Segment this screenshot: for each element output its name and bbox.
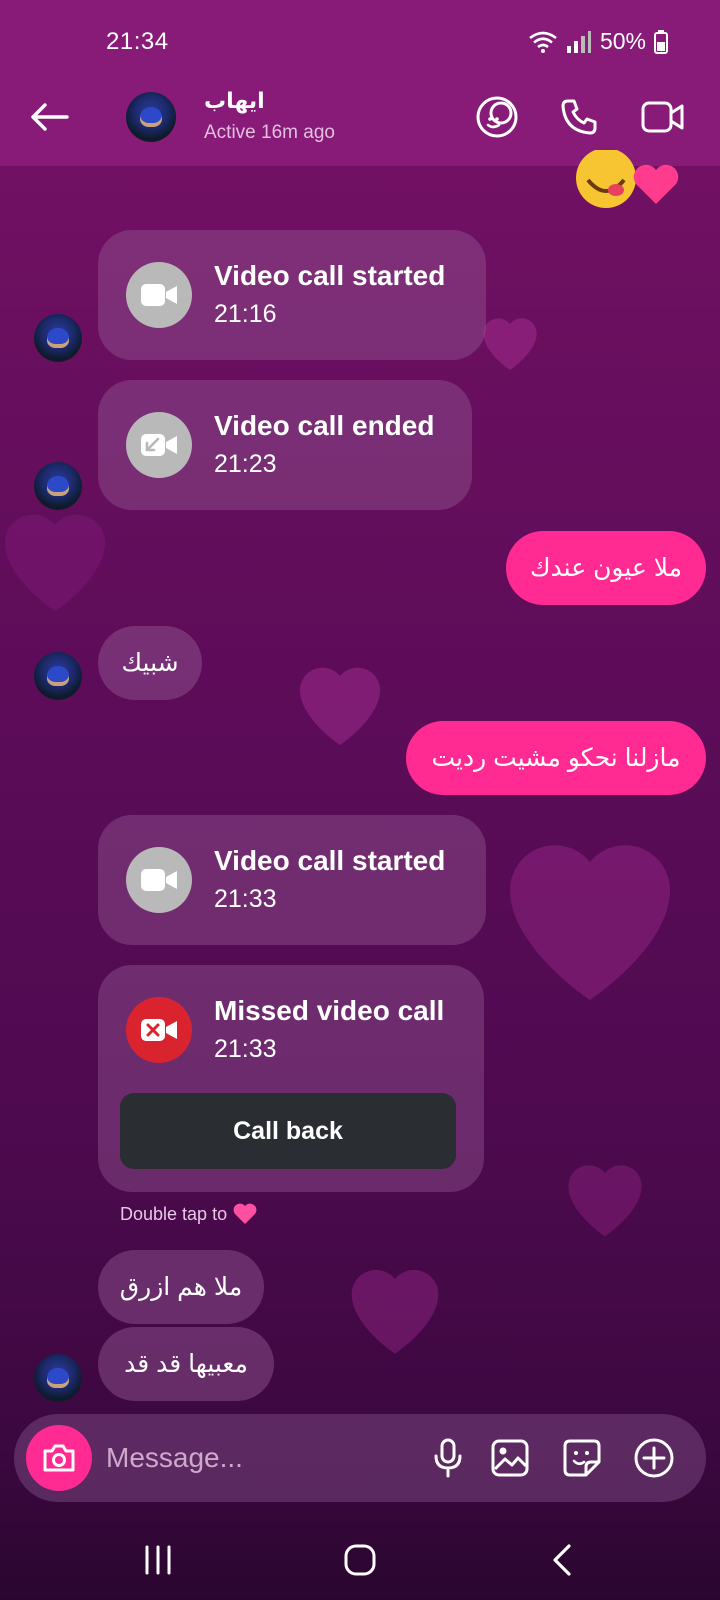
call-time: 21:23 bbox=[214, 450, 277, 478]
incoming-message[interactable]: معبيها قد قد bbox=[98, 1327, 274, 1401]
battery-percent: 50% bbox=[599, 28, 646, 54]
call-back-button[interactable]: Call back bbox=[120, 1093, 456, 1169]
call-title: Video call started bbox=[214, 845, 446, 876]
arrow-left-icon bbox=[31, 103, 69, 131]
battery-icon bbox=[654, 29, 668, 54]
sticker-icon bbox=[563, 1439, 601, 1477]
status-bar: 21:34 50% bbox=[0, 0, 720, 84]
call-event-card[interactable]: Video call started 21:16 bbox=[98, 230, 486, 360]
image-icon bbox=[491, 1439, 529, 1477]
contact-active-status: Active 16m ago bbox=[204, 122, 335, 143]
status-time: 21:34 bbox=[106, 28, 169, 55]
double-tap-label: Double tap to bbox=[120, 1203, 228, 1224]
video-camera-icon bbox=[641, 101, 684, 133]
status-indicators: 50% bbox=[528, 28, 668, 55]
sender-avatar[interactable] bbox=[34, 1354, 82, 1402]
sender-avatar[interactable] bbox=[34, 462, 82, 510]
call-event-card[interactable]: Video call started 21:33 bbox=[98, 815, 486, 945]
sender-avatar[interactable] bbox=[34, 314, 82, 362]
more-button[interactable] bbox=[630, 1434, 678, 1482]
video-call-ended-icon bbox=[126, 412, 192, 478]
recent-apps-icon bbox=[145, 1545, 171, 1575]
chevron-left-icon bbox=[553, 1544, 571, 1576]
signal-icon bbox=[566, 30, 592, 54]
call-time: 21:16 bbox=[214, 300, 277, 328]
wifi-icon bbox=[528, 30, 558, 54]
message-composer bbox=[14, 1414, 706, 1502]
voice-call-button[interactable] bbox=[556, 94, 602, 140]
missed-call-card[interactable]: Missed video call 21:33 Call back bbox=[98, 965, 484, 1192]
microphone-icon bbox=[434, 1438, 462, 1478]
camera-icon bbox=[43, 1444, 75, 1472]
missed-video-call-icon bbox=[126, 997, 192, 1063]
camera-button[interactable] bbox=[26, 1425, 92, 1491]
system-back-button[interactable] bbox=[532, 1532, 592, 1588]
outgoing-message[interactable]: ملا عيون عندك bbox=[506, 531, 706, 605]
recent-apps-button[interactable] bbox=[128, 1532, 188, 1588]
sticker-effects-icon bbox=[476, 96, 518, 138]
effects-button[interactable] bbox=[474, 94, 520, 140]
call-title: Missed video call bbox=[214, 995, 445, 1026]
voice-message-button[interactable] bbox=[424, 1434, 472, 1482]
sender-avatar[interactable] bbox=[34, 652, 82, 700]
incoming-message[interactable]: ملا هم ازرق bbox=[98, 1250, 264, 1324]
call-title: Video call ended bbox=[214, 410, 435, 441]
video-call-button[interactable] bbox=[640, 94, 686, 140]
sticker-button[interactable] bbox=[558, 1434, 606, 1482]
back-button[interactable] bbox=[26, 94, 72, 140]
video-call-icon bbox=[126, 262, 192, 328]
call-title: Video call started bbox=[214, 260, 446, 291]
heart-icon bbox=[233, 1203, 257, 1224]
emoji-sticker bbox=[574, 150, 694, 212]
outgoing-message[interactable]: مازلنا نحكو مشيت رديت bbox=[406, 721, 706, 795]
call-time: 21:33 bbox=[214, 885, 277, 913]
message-input[interactable] bbox=[106, 1438, 406, 1478]
plus-circle-icon bbox=[634, 1438, 674, 1478]
gallery-button[interactable] bbox=[486, 1434, 534, 1482]
incoming-message[interactable]: شبيك bbox=[98, 626, 202, 700]
call-event-card[interactable]: Video call ended 21:23 bbox=[98, 380, 472, 510]
video-call-icon bbox=[126, 847, 192, 913]
contact-name[interactable]: ايهاب bbox=[204, 88, 265, 114]
contact-avatar[interactable] bbox=[126, 92, 176, 142]
home-icon bbox=[344, 1544, 376, 1576]
double-tap-hint: Double tap to bbox=[120, 1203, 257, 1225]
phone-icon bbox=[561, 99, 597, 135]
call-time: 21:33 bbox=[214, 1035, 277, 1063]
home-button[interactable] bbox=[330, 1532, 390, 1588]
